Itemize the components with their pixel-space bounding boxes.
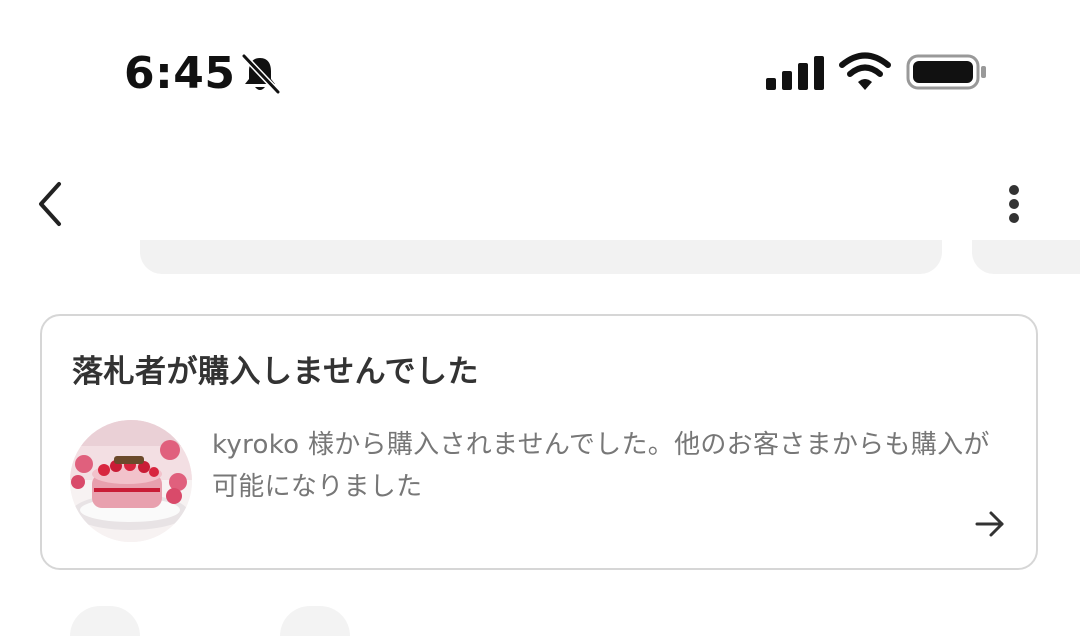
vertical-ellipsis-icon [1009,185,1019,223]
status-bar: 6:45 [0,0,1080,140]
partial-content [70,606,140,636]
notification-card[interactable]: 落札者が購入しませんでした kyroko 様から購入されませんでした。他のお客さ… [40,314,1038,570]
cellular-signal-icon [766,56,824,90]
bell-slash-icon [241,53,281,95]
chevron-left-icon [39,182,61,226]
wifi-icon [839,52,891,90]
partial-message-bubble [972,240,1080,274]
back-button[interactable] [26,176,78,232]
cake-thumbnail [70,420,192,542]
cake-photo-icon [70,420,192,542]
arrow-right-icon [975,511,1004,537]
partial-message-bubble [140,240,942,274]
battery-icon [906,54,986,90]
status-time: 6:45 [124,48,236,99]
partial-content [280,606,350,636]
more-options-button[interactable] [994,178,1034,230]
card-message: kyroko 様から購入されませんでした。他のお客さまからも購入が可能になりまし… [212,430,990,502]
card-title: 落札者が購入しませんでした [72,354,480,390]
